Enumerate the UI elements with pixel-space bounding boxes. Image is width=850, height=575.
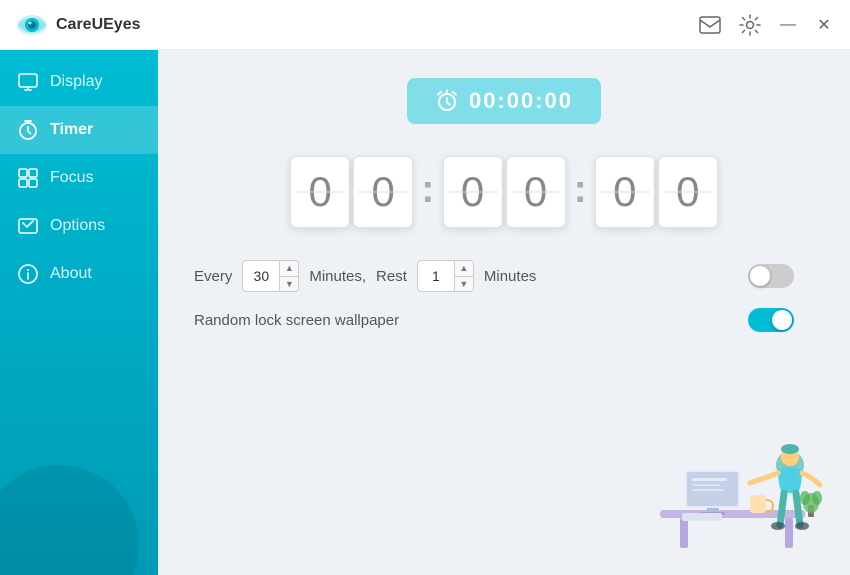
interval-row: Every ▲ ▼ Minutes, Rest ▲ ▼ [194, 260, 814, 292]
rest-minutes-label: Minutes [484, 268, 537, 285]
settings-icon[interactable] [738, 13, 762, 37]
sidebar-item-focus-label: Focus [50, 169, 94, 187]
minutes-label: Minutes, [309, 268, 366, 285]
sidebar-item-timer-label: Timer [50, 121, 93, 139]
focus-icon [18, 168, 38, 188]
wallpaper-toggle-knob [772, 310, 792, 330]
settings-area: Every ▲ ▼ Minutes, Rest ▲ ▼ [194, 260, 814, 332]
minute-tens: 0 [443, 156, 503, 228]
alarm-icon [435, 89, 459, 113]
separator-1: : [417, 167, 438, 212]
sidebar-item-focus[interactable]: Focus [0, 154, 158, 202]
options-icon [18, 216, 38, 236]
email-icon[interactable] [698, 13, 722, 37]
desk-illustration [630, 405, 830, 565]
app-logo: CareUEyes [16, 9, 141, 41]
rest-up-btn[interactable]: ▲ [455, 261, 473, 277]
timer-badge: 00:00:00 [407, 78, 601, 124]
minute-ones: 0 [506, 156, 566, 228]
wallpaper-row: Random lock screen wallpaper [194, 308, 814, 332]
rest-input[interactable] [418, 261, 454, 291]
rest-label: Rest [376, 268, 407, 285]
second-tens: 0 [595, 156, 655, 228]
close-button[interactable]: ✕ [814, 15, 834, 35]
title-bar: CareUEyes — ✕ [0, 0, 850, 50]
every-input-wrap[interactable]: ▲ ▼ [242, 260, 299, 292]
app-title: CareUEyes [56, 16, 141, 34]
app-logo-icon [16, 9, 48, 41]
minutes-group: 0 0 [443, 156, 566, 228]
hour-tens: 0 [290, 156, 350, 228]
sidebar-item-timer[interactable]: Timer [0, 106, 158, 154]
main-layout: Display Timer Focus [0, 50, 850, 575]
timer-toggle-knob [750, 266, 770, 286]
seconds-group: 0 0 [595, 156, 718, 228]
every-spinner[interactable]: ▲ ▼ [279, 261, 298, 291]
every-label: Every [194, 268, 232, 285]
every-up-btn[interactable]: ▲ [280, 261, 298, 277]
sidebar-item-options[interactable]: Options [0, 202, 158, 250]
rest-input-wrap[interactable]: ▲ ▼ [417, 260, 474, 292]
second-ones: 0 [658, 156, 718, 228]
every-input[interactable] [243, 261, 279, 291]
sidebar-item-display-label: Display [50, 73, 102, 91]
separator-2: : [570, 167, 591, 212]
sidebar-item-about[interactable]: About [0, 250, 158, 298]
timer-badge-time: 00:00:00 [469, 88, 573, 114]
display-icon [18, 72, 38, 92]
window-controls: — ✕ [698, 13, 834, 37]
every-down-btn[interactable]: ▼ [280, 277, 298, 292]
wallpaper-toggle[interactable] [748, 308, 794, 332]
timer-icon [18, 120, 38, 140]
illustration [630, 405, 830, 565]
sidebar: Display Timer Focus [0, 50, 158, 575]
about-icon [18, 264, 38, 284]
rest-spinner[interactable]: ▲ ▼ [454, 261, 473, 291]
minimize-button[interactable]: — [778, 15, 798, 35]
wallpaper-label: Random lock screen wallpaper [194, 312, 399, 329]
timer-toggle[interactable] [748, 264, 794, 288]
sidebar-item-about-label: About [50, 265, 92, 283]
flip-clock: 0 0 : 0 0 : 0 0 [194, 156, 814, 228]
hours-group: 0 0 [290, 156, 413, 228]
rest-down-btn[interactable]: ▼ [455, 277, 473, 292]
hour-ones: 0 [353, 156, 413, 228]
sidebar-item-options-label: Options [50, 217, 105, 235]
content-area: 00:00:00 0 0 : 0 0 : 0 0 Every [158, 50, 850, 575]
sidebar-item-display[interactable]: Display [0, 58, 158, 106]
